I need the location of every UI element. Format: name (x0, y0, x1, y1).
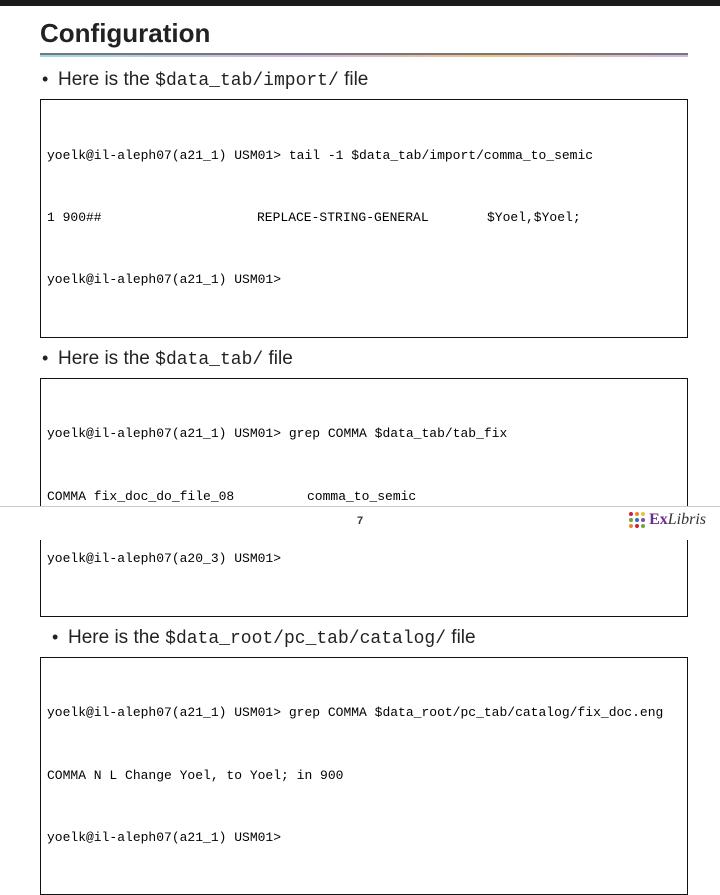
bullet-1-code: $data_tab/import/ (155, 71, 339, 91)
code-line: yoelk@il-aleph07(a21_1) USM01> tail -1 $… (47, 146, 681, 167)
bullet-1-pre: Here is the (58, 69, 155, 90)
code-col: COMMA fix_doc_do_file_08 (47, 487, 307, 508)
bullet-3-post: file (446, 627, 476, 648)
brand-logo: ExLibris (629, 511, 706, 529)
bullet-1-text: Here is the $data_tab/import/ file (58, 69, 368, 91)
bullet-2-text: Here is the $data_tab/ file (58, 348, 293, 370)
code-line: yoelk@il-aleph07(a21_1) USM01> (47, 828, 681, 849)
bullet-3-pre: Here is the (68, 627, 165, 648)
code-col: 1 900## (47, 208, 257, 229)
brand-suffix: Libris (668, 511, 706, 528)
bullet-3-code: $data_root/pc_tab/catalog/ (165, 629, 446, 649)
bullet-1-post: file (339, 69, 369, 90)
code-col: comma_to_semic (307, 487, 416, 508)
bullet-3-text: Here is the $data_root/pc_tab/catalog/ f… (68, 627, 476, 649)
code-line: yoelk@il-aleph07(a20_3) USM01> (47, 549, 681, 570)
code-block-2: yoelk@il-aleph07(a21_1) USM01> grep COMM… (40, 378, 688, 617)
logo-dots-icon (629, 512, 645, 528)
bullet-2-post: file (263, 348, 293, 369)
page-title: Configuration (40, 18, 688, 49)
bullet-2: • Here is the $data_tab/ file (42, 348, 688, 370)
code-line: yoelk@il-aleph07(a21_1) USM01> grep COMM… (47, 703, 681, 724)
code-line: 1 900## REPLACE-STRING-GENERAL $Yoel,$Yo… (47, 208, 681, 229)
code-line: COMMA fix_doc_do_file_08 comma_to_semic (47, 487, 681, 508)
code-block-3: yoelk@il-aleph07(a21_1) USM01> grep COMM… (40, 657, 688, 895)
page-number: 7 (357, 515, 363, 527)
bullet-2-pre: Here is the (58, 348, 155, 369)
code-block-1: yoelk@il-aleph07(a21_1) USM01> tail -1 $… (40, 99, 688, 338)
bullet-dot-icon: • (42, 70, 58, 88)
bullet-1: • Here is the $data_tab/import/ file (42, 69, 688, 91)
brand-text: ExLibris (649, 511, 706, 529)
code-line: COMMA N L Change Yoel, to Yoel; in 900 (47, 766, 681, 787)
bullet-dot-icon: • (42, 349, 58, 367)
slide-footer: 7 ExLibris (0, 506, 720, 540)
bullet-dot-icon: • (52, 628, 68, 646)
code-col: REPLACE-STRING-GENERAL (257, 208, 487, 229)
bullet-3: • Here is the $data_root/pc_tab/catalog/… (52, 627, 688, 649)
code-line: yoelk@il-aleph07(a21_1) USM01> (47, 270, 681, 291)
code-line: yoelk@il-aleph07(a21_1) USM01> grep COMM… (47, 424, 681, 445)
code-col: $Yoel,$Yoel; (487, 208, 681, 229)
slide-body: Configuration • Here is the $data_tab/im… (0, 6, 720, 895)
title-rule (40, 53, 688, 59)
bullet-2-code: $data_tab/ (155, 350, 263, 370)
